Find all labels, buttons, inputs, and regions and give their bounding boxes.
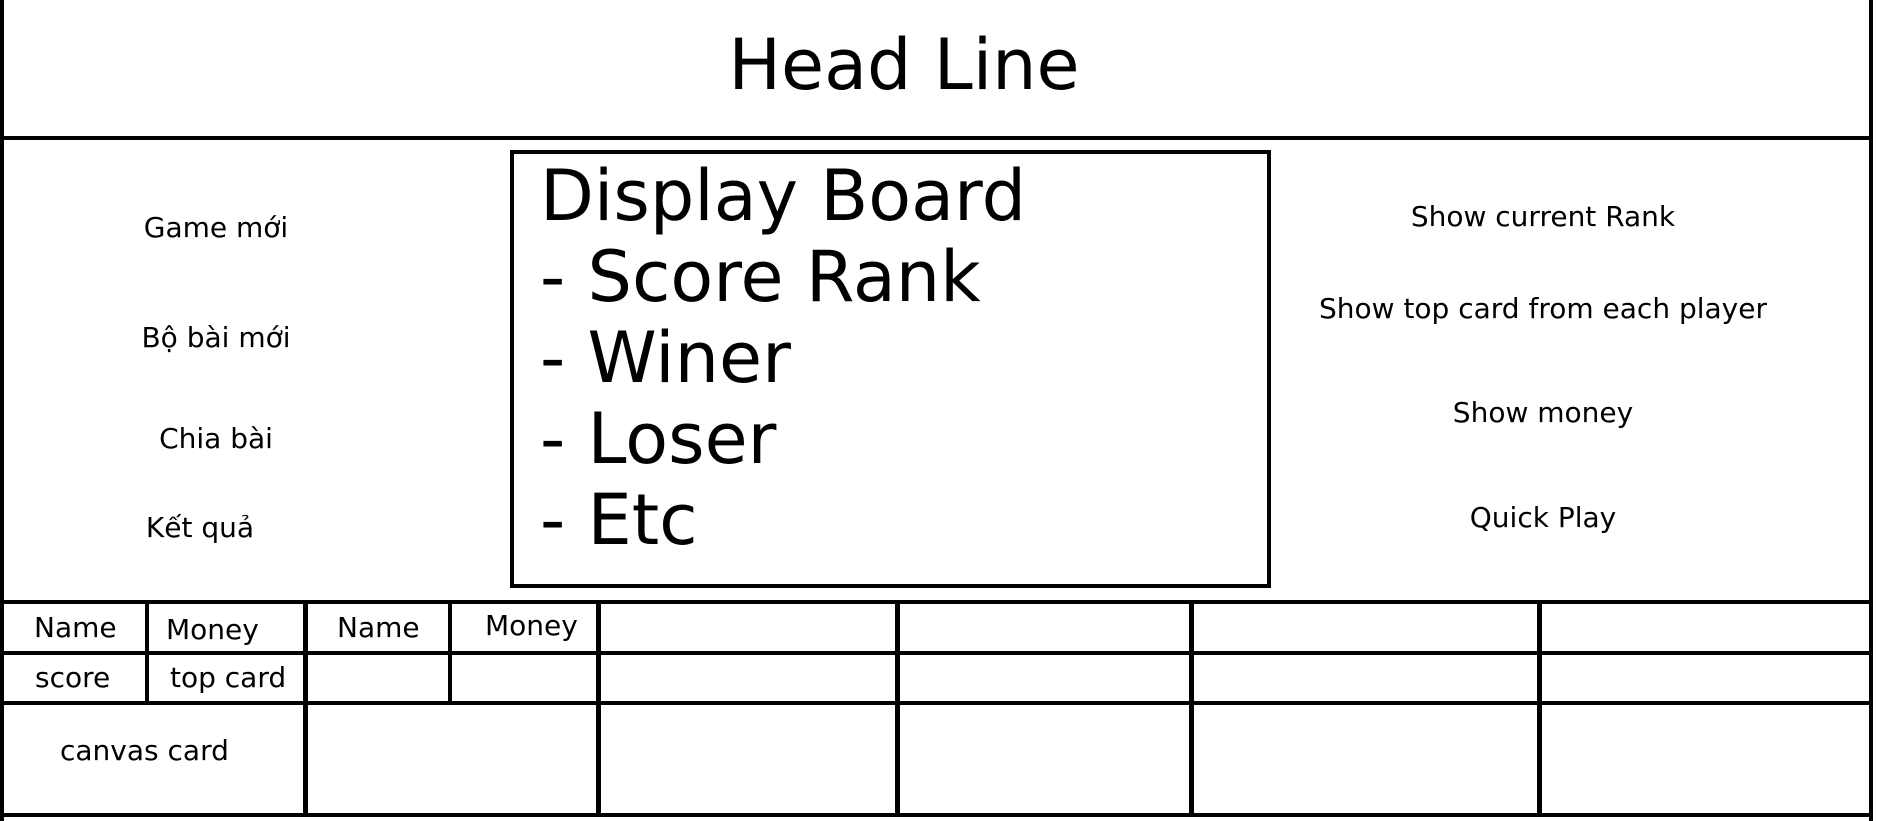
player1-money: Money: [166, 613, 259, 646]
display-board-item-score-rank: - Score Rank: [540, 236, 981, 318]
grid-row-2: [0, 701, 1873, 705]
header-divider: [0, 136, 1873, 140]
display-board-item-winer: - Winer: [540, 317, 791, 399]
page-title: Head Line: [728, 24, 1080, 106]
menu-item-new-game[interactable]: Game mới: [66, 214, 366, 242]
quick-play-button[interactable]: Quick Play: [1283, 504, 1803, 532]
player2-name: Name: [337, 611, 420, 644]
frame-right: [1869, 0, 1873, 821]
grid-subcol-1: [145, 604, 149, 703]
frame-bottom: [0, 813, 1873, 817]
grid-col-5: [1537, 600, 1542, 817]
show-money[interactable]: Show money: [1283, 399, 1803, 427]
grid-subcol-2: [448, 604, 452, 703]
display-board: Display Board - Score Rank - Winer - Los…: [510, 150, 1271, 588]
player1-top-card: top card: [170, 661, 287, 694]
grid-col-3: [895, 600, 900, 817]
show-top-card[interactable]: Show top card from each player: [1283, 295, 1803, 323]
grid-row-1: [0, 651, 1873, 655]
display-board-title: Display Board: [540, 155, 1027, 237]
display-board-item-loser: - Loser: [540, 398, 777, 480]
grid-col-2: [596, 600, 601, 817]
display-board-item-etc: - Etc: [540, 479, 698, 561]
frame-left: [0, 0, 4, 821]
grid-col-4: [1189, 600, 1194, 817]
player2-money: Money: [485, 609, 578, 642]
menu-item-result[interactable]: Kết quả: [50, 514, 350, 542]
show-current-rank[interactable]: Show current Rank: [1283, 203, 1803, 231]
player1-score: score: [35, 661, 111, 694]
menu-item-new-deck[interactable]: Bộ bài mới: [66, 324, 366, 352]
player1-canvas-card: canvas card: [60, 734, 229, 767]
menu-item-deal[interactable]: Chia bài: [66, 425, 366, 453]
wireframe: Head Line Game mới Bộ bài mới Chia bài K…: [0, 0, 1877, 821]
grid-top: [0, 600, 1873, 604]
player1-name: Name: [34, 611, 117, 644]
grid-col-1: [303, 600, 308, 817]
